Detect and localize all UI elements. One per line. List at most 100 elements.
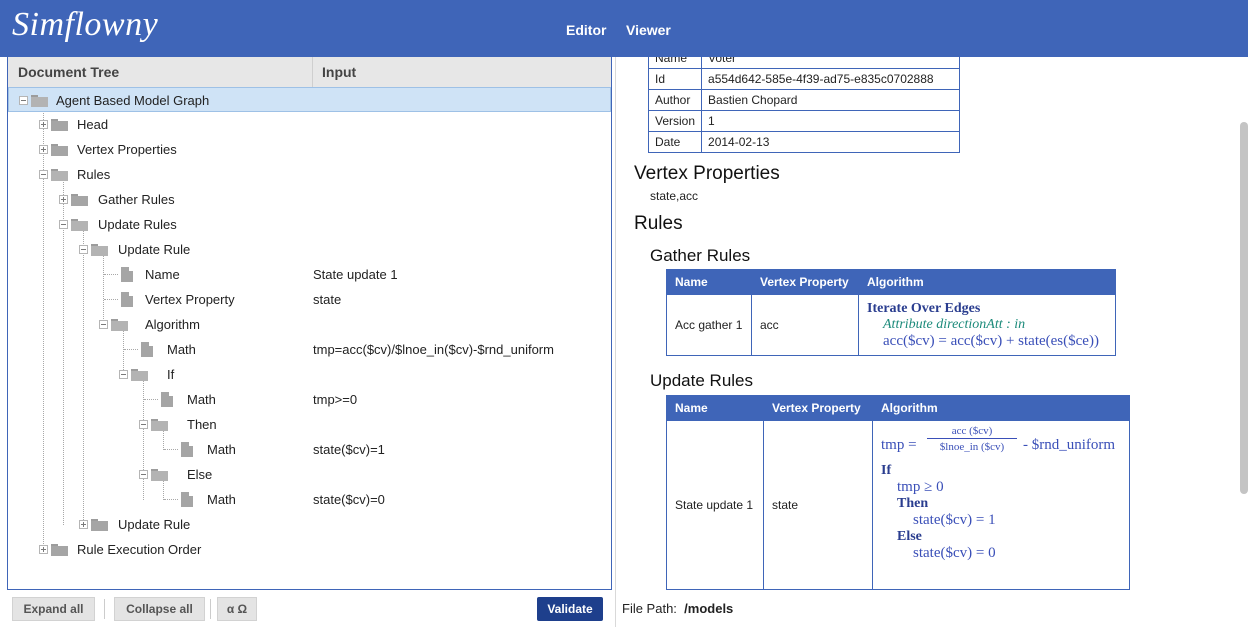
folder-icon <box>51 144 68 156</box>
column-divider <box>312 57 313 87</box>
else-expression: state($cv) = 0 <box>913 545 996 561</box>
symbols-button[interactable]: α Ω <box>217 597 257 621</box>
collapse-all-button[interactable]: Collapse all <box>114 597 205 621</box>
tree-node-label: Agent Based Model Graph <box>56 93 210 108</box>
folder-open-icon <box>151 419 168 431</box>
folder-icon <box>51 119 68 131</box>
tree-node-gather-rules[interactable]: Gather Rules <box>8 187 611 212</box>
vertex-properties-heading: Vertex Properties <box>634 163 780 184</box>
validate-button[interactable]: Validate <box>537 597 603 621</box>
folder-icon <box>91 519 108 531</box>
column-header: Algorithm <box>858 269 1116 295</box>
fraction-numerator: acc ($cv) <box>927 425 1017 439</box>
collapse-toggle-icon[interactable] <box>99 320 108 329</box>
file-path: File Path: /models <box>622 601 733 616</box>
metadata-key: Name <box>647 57 703 69</box>
tree-node-label: Update Rule <box>118 517 191 532</box>
expand-toggle-icon[interactable] <box>39 545 48 554</box>
tree-node-label: Rules <box>77 167 111 182</box>
tree-node-label: Else <box>187 467 213 482</box>
tree-node-math[interactable]: Math tmp=acc($cv)/$lnoe_in($cv)-$rnd_uni… <box>8 337 611 362</box>
tree-node-update-rule-2[interactable]: Update Rule <box>8 512 611 537</box>
tree-node-head[interactable]: Head <box>8 112 611 137</box>
tree-node-rules[interactable]: Rules <box>8 162 611 187</box>
collapse-toggle-icon[interactable] <box>59 220 68 229</box>
file-icon <box>161 392 173 407</box>
file-icon <box>181 442 193 457</box>
tree-node-input-value[interactable]: tmp>=0 <box>313 392 357 407</box>
tree-node-label: Math <box>207 492 236 507</box>
tree-node-math[interactable]: Math tmp>=0 <box>8 387 611 412</box>
tree-node-input-value[interactable]: state($cv)=1 <box>313 442 385 457</box>
folder-open-icon <box>131 369 148 381</box>
tree-node-label: Then <box>187 417 217 432</box>
fraction: acc ($cv) $lnoe_in ($cv) <box>927 425 1017 453</box>
collapse-toggle-icon[interactable] <box>139 470 148 479</box>
tree-node-input-value[interactable]: state <box>313 292 341 307</box>
tree-node-vertex-property[interactable]: Vertex Property state <box>8 287 611 312</box>
collapse-toggle-icon[interactable] <box>39 170 48 179</box>
tree-node-root[interactable]: Agent Based Model Graph <box>8 87 611 112</box>
collapse-toggle-icon[interactable] <box>119 370 128 379</box>
column-header: Name <box>666 269 752 295</box>
column-header: Vertex Property <box>751 269 859 295</box>
nav-viewer[interactable]: Viewer <box>626 22 671 38</box>
viewer-scrollbar[interactable] <box>1240 122 1248 494</box>
folder-icon <box>51 544 68 556</box>
table-row: State update 1 state tmp = acc ($cv) $ln… <box>666 420 1130 590</box>
metadata-key: Id <box>647 68 703 90</box>
nav-editor[interactable]: Editor <box>566 22 606 38</box>
folder-open-icon <box>111 319 128 331</box>
update-rules-table: Name Vertex Property Algorithm State upd… <box>666 395 1130 590</box>
document-viewer: Name Voter Id a554d642-585e-4f39-ad75-e8… <box>616 57 1248 590</box>
tree-node-update-rules[interactable]: Update Rules <box>8 212 611 237</box>
tree-header: Document Tree Input <box>8 57 611 88</box>
tree-node-label: Vertex Properties <box>77 142 177 157</box>
expand-toggle-icon[interactable] <box>59 195 68 204</box>
tree-node-name[interactable]: Name State update 1 <box>8 262 611 287</box>
then-expression: state($cv) = 1 <box>913 512 996 528</box>
algo-attribute: Attribute directionAtt : in <box>883 316 1026 332</box>
tree-node-input-value[interactable]: State update 1 <box>313 267 398 282</box>
tree-node-then[interactable]: Then <box>8 412 611 437</box>
tree-node-input-value[interactable]: state($cv)=0 <box>313 492 385 507</box>
tree-node-rule-execution-order[interactable]: Rule Execution Order <box>8 537 611 562</box>
table-row: Acc gather 1 acc Iterate Over Edges Attr… <box>666 294 1116 356</box>
update-rules-heading: Update Rules <box>650 371 754 390</box>
metadata-row: Name Voter <box>647 57 961 69</box>
tree-node-label: Math <box>167 342 196 357</box>
metadata-row: Author Bastien Chopard <box>647 89 961 111</box>
tree-node-update-rule[interactable]: Update Rule <box>8 237 611 262</box>
app-logo: Simflowny <box>12 6 159 43</box>
metadata-value: Voter <box>701 57 961 69</box>
file-path-label: File Path: <box>622 601 677 616</box>
tree-node-label: Math <box>207 442 236 457</box>
folder-open-icon <box>91 244 108 256</box>
document-tree-column-header: Document Tree <box>18 64 120 80</box>
folder-open-icon <box>151 469 168 481</box>
collapse-toggle-icon[interactable] <box>139 420 148 429</box>
tree-node-math[interactable]: Math state($cv)=0 <box>8 487 611 512</box>
tree-node-algorithm[interactable]: Algorithm <box>8 312 611 337</box>
top-bar: Simflowny Editor Viewer <box>0 0 1248 57</box>
tree-node-label: Head <box>77 117 109 132</box>
expand-toggle-icon[interactable] <box>79 520 88 529</box>
tree-node-label: Update Rule <box>118 242 191 257</box>
rule-name-cell: Acc gather 1 <box>666 294 752 356</box>
tree-node-if[interactable]: If <box>8 362 611 387</box>
expand-toggle-icon[interactable] <box>39 145 48 154</box>
tree-node-else[interactable]: Else <box>8 462 611 487</box>
file-path-value: /models <box>684 601 734 616</box>
document-tree: Agent Based Model Graph Head Vertex Prop… <box>8 87 611 587</box>
tree-node-math[interactable]: Math state($cv)=1 <box>8 437 611 462</box>
metadata-value: Bastien Chopard <box>701 89 961 111</box>
collapse-toggle-icon[interactable] <box>79 245 88 254</box>
collapse-toggle-icon[interactable] <box>19 96 28 105</box>
tree-node-label: Update Rules <box>98 217 177 232</box>
algo-expression: acc($cv) = acc($cv) + state(es($ce)) <box>883 332 1099 349</box>
fraction-denominator: $lnoe_in ($cv) <box>939 441 1005 453</box>
tree-node-vertex-properties[interactable]: Vertex Properties <box>8 137 611 162</box>
tree-node-input-value[interactable]: tmp=acc($cv)/$lnoe_in($cv)-$rnd_uniform <box>313 342 554 357</box>
expand-toggle-icon[interactable] <box>39 120 48 129</box>
expand-all-button[interactable]: Expand all <box>12 597 95 621</box>
